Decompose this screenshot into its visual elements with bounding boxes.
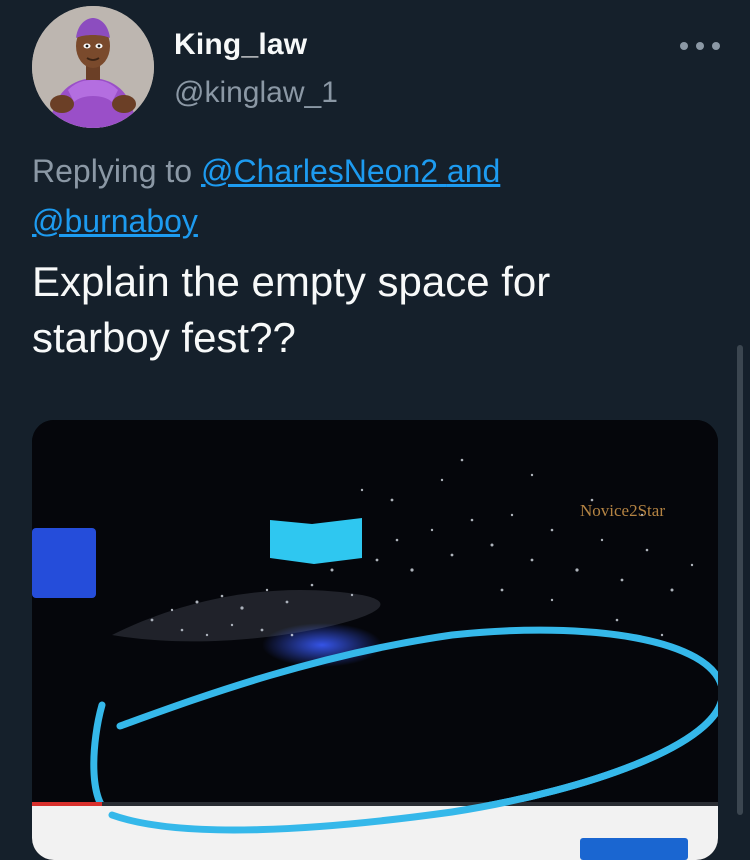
tweet-text-line: starboy fest?? xyxy=(32,314,296,361)
tweet-header: King_law @kinglaw_1 xyxy=(0,0,750,140)
subscribe-button[interactable] xyxy=(580,838,688,860)
avatar[interactable] xyxy=(32,6,154,128)
tweet-media[interactable]: Novice2Star xyxy=(32,420,718,860)
more-options-icon[interactable] xyxy=(680,34,720,58)
tweet-text-line: Explain the empty space for xyxy=(32,258,551,305)
concert-photo: Novice2Star xyxy=(32,420,718,860)
mention-link[interactable]: @CharlesNeon2 and xyxy=(201,153,500,189)
stage-screen xyxy=(270,518,362,564)
display-name[interactable]: King_law xyxy=(174,28,307,62)
mention-conjunction: and xyxy=(446,153,501,189)
mention-charlesneon2: @CharlesNeon2 xyxy=(200,153,439,189)
scrollbar[interactable] xyxy=(737,345,743,815)
reply-prefix: Replying to xyxy=(32,153,193,189)
video-progress-bar[interactable] xyxy=(32,802,102,806)
dot xyxy=(696,42,704,50)
stage-light-left xyxy=(32,528,96,598)
watermark-text: Novice2Star xyxy=(580,501,665,520)
cartoon-avatar-icon xyxy=(32,6,154,128)
mention-burnaboy[interactable]: @burnaboy xyxy=(32,203,198,239)
tweet-text: Explain the empty space for starboy fest… xyxy=(32,254,712,366)
dot xyxy=(712,42,720,50)
handle[interactable]: @kinglaw_1 xyxy=(174,76,338,110)
replying-to: Replying to @CharlesNeon2 and @burnaboy xyxy=(32,146,722,246)
dot xyxy=(680,42,688,50)
